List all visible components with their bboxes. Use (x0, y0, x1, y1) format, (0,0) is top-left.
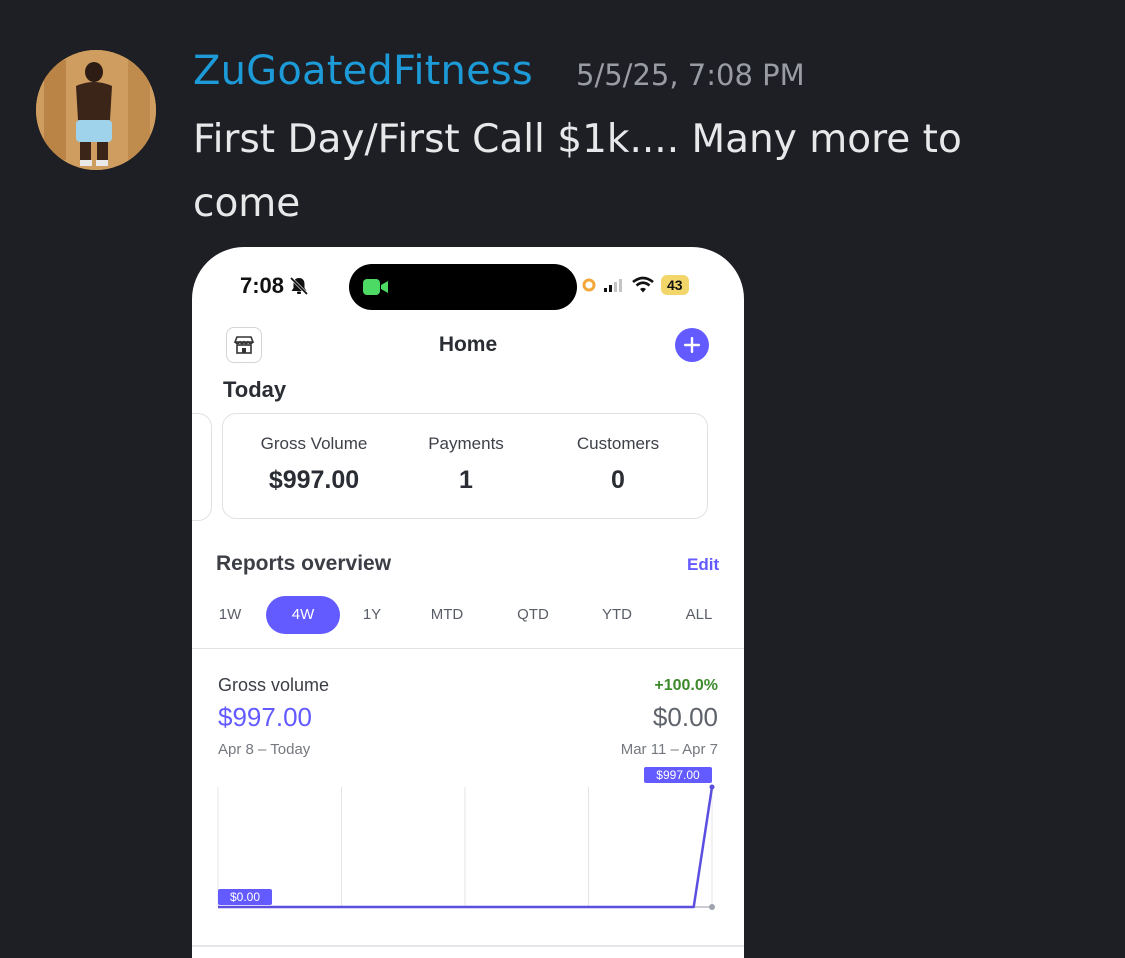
section-divider (192, 945, 744, 947)
add-button[interactable] (675, 328, 709, 362)
gross-volume-date-range: Apr 8 – Today (218, 741, 311, 758)
stat-label: Customers (576, 434, 660, 453)
gross-volume-change: +100.0% (654, 677, 718, 694)
stat-value: 1 (459, 466, 473, 494)
message-text: First Day/First Call $1k.... Many more t… (193, 117, 962, 226)
avatar-photo (36, 50, 156, 170)
reports-overview-heading: Reports overview (216, 552, 392, 575)
gross-volume-chart[interactable]: $0.00 $997.00 (216, 765, 720, 915)
stat-value: 0 (611, 466, 625, 494)
tab-1y[interactable]: 1Y (348, 596, 396, 634)
gross-volume-previous-value: $0.00 (652, 702, 718, 732)
previous-card[interactable] (192, 413, 212, 521)
gross-volume-previous-range: Mar 11 – Apr 7 (620, 741, 718, 758)
stat-value: $997.00 (268, 466, 360, 494)
tab-1w[interactable]: 1W (206, 596, 254, 634)
status-bar-time: 7:08 (240, 273, 310, 299)
edit-button[interactable]: Edit (687, 555, 719, 575)
status-time-text: 7:08 (240, 273, 285, 298)
gross-volume-value: $997.00 (218, 702, 312, 732)
today-stats-card[interactable]: Gross Volume $997.00 Payments 1 Customer… (222, 413, 708, 519)
tab-mtd[interactable]: MTD (416, 596, 478, 634)
data-point (709, 904, 715, 910)
bell-muted-icon (289, 276, 309, 296)
page-title: Home (438, 333, 498, 356)
status-indicators: 43 (582, 275, 689, 295)
divider (192, 648, 744, 649)
username[interactable]: ZuGoatedFitness (193, 48, 533, 94)
stat-payments: Payments 1 (386, 434, 546, 495)
range-tabs: 1W 4W 1Y MTD QTD YTD ALL (206, 596, 736, 636)
gross-volume-label: Gross volume (218, 675, 330, 695)
data-point (709, 784, 715, 790)
end-value-label: $997.00 (656, 768, 700, 782)
stat-customers: Customers 0 (538, 434, 698, 495)
tab-all[interactable]: ALL (668, 596, 730, 634)
today-heading: Today (223, 377, 287, 402)
tab-qtd[interactable]: QTD (502, 596, 564, 634)
plus-icon (684, 337, 700, 353)
timestamp: 5/5/25, 7:08 PM (576, 58, 805, 92)
tab-ytd[interactable]: YTD (586, 596, 648, 634)
cellular-signal-icon (604, 279, 622, 292)
stat-label: Gross Volume (260, 434, 368, 453)
recording-dot-icon (582, 278, 596, 292)
stat-label: Payments (428, 434, 504, 453)
tab-4w[interactable]: 4W (266, 596, 340, 634)
stat-gross-volume: Gross Volume $997.00 (234, 434, 394, 495)
avatar[interactable] (36, 50, 156, 170)
attached-screenshot[interactable]: 7:08 43 Home Today Gross Volume $997.00 … (192, 247, 744, 958)
dynamic-island (349, 264, 577, 310)
wifi-icon (632, 276, 654, 293)
battery-icon: 43 (661, 275, 689, 295)
video-camera-icon (363, 279, 388, 295)
start-value-label: $0.00 (230, 890, 260, 904)
